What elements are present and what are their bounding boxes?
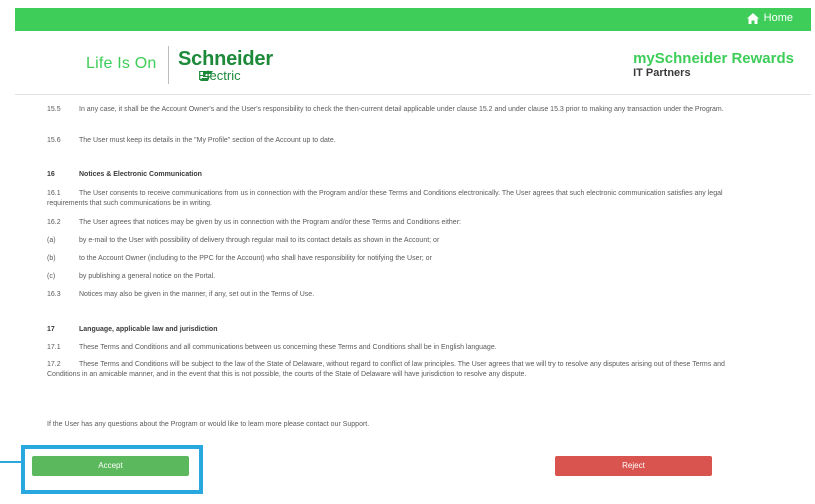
life-is-on-logo: Life Is On [86, 55, 157, 72]
rewards-title: mySchneider Rewards [633, 50, 794, 67]
reject-button[interactable]: Reject [555, 456, 712, 476]
clause-16-1: 16.1 The User consents to receive communi… [47, 190, 723, 207]
clause-16-3: 16.3 Notices may also be given in the man… [47, 291, 315, 298]
accept-button[interactable]: Accept [32, 456, 189, 476]
clause-17-2: 17.2 These Terms and Conditions will be s… [47, 361, 725, 378]
section-17-heading: 17 Language, applicable law and jurisdict… [47, 326, 218, 333]
schneider-electric-logo: Schneider Electric [178, 49, 273, 82]
support-note: If the User has any questions about the … [47, 421, 370, 428]
clause-16-2: 16.2 The User agrees that notices may be … [47, 219, 461, 226]
page-header: Life Is On Schneider Electric mySchneide… [15, 31, 811, 95]
logo-divider [168, 46, 169, 84]
brand-swirl-icon [200, 71, 213, 81]
home-link[interactable]: Home [746, 12, 793, 24]
top-bar: Home [15, 8, 811, 31]
clause-17-1: 17.1 These Terms and Conditions and all c… [47, 344, 497, 351]
clause-16-2-a: (a) by e-mail to the User with possibilit… [47, 237, 440, 244]
clause-16-2-c: (c) by publishing a general notice on the… [47, 273, 216, 280]
terms-page: Home Life Is On Schneider Electric mySch… [15, 8, 811, 504]
callout-line [0, 461, 21, 463]
brand-name: Schneider [178, 48, 273, 70]
clause-15-6: 15.6 The User must keep its details in th… [47, 137, 336, 144]
home-icon [746, 12, 759, 24]
rewards-subtitle: IT Partners [633, 67, 691, 79]
clause-16-2-b: (b) to the Account Owner (including to th… [47, 255, 432, 262]
rewards-program-logo: mySchneider Rewards IT Partners [633, 51, 794, 80]
section-16-heading: 16 Notices & Electronic Communication [47, 171, 202, 178]
home-label[interactable]: Home [764, 12, 793, 24]
clause-15-5: 15.5 In any case, it shall be the Account… [47, 106, 724, 113]
